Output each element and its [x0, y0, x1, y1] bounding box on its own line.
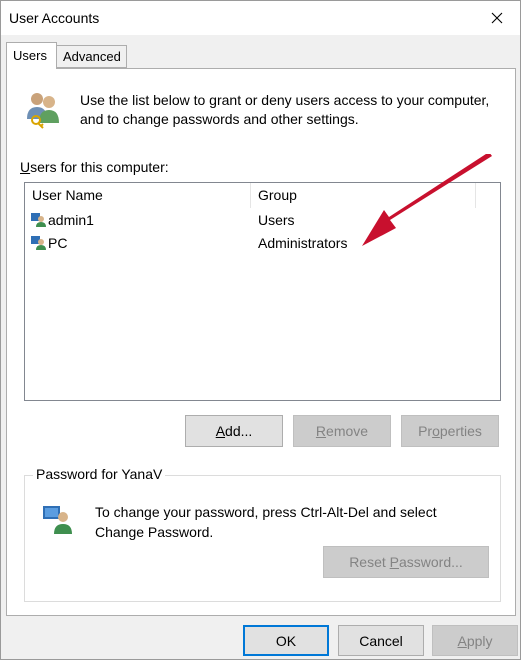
apply-button[interactable]: Apply	[432, 625, 518, 656]
group-cell: Users	[258, 212, 295, 228]
user-accounts-window: User Accounts Users Advanced Use the lis…	[0, 0, 521, 660]
close-button[interactable]	[474, 1, 520, 35]
tab-advanced-label: Advanced	[63, 49, 121, 64]
ok-button[interactable]: OK	[243, 625, 329, 656]
column-header-user-name[interactable]: User Name	[25, 183, 251, 208]
users-list-label-rest: sers for this computer:	[30, 159, 169, 175]
tab-users[interactable]: Users	[6, 42, 57, 69]
group-cell: Administrators	[258, 235, 348, 251]
properties-button[interactable]: Properties	[401, 415, 499, 447]
intro-text: Use the list below to grant or deny user…	[80, 92, 490, 127]
users-tab-panel: Use the list below to grant or deny user…	[6, 68, 516, 616]
window-title: User Accounts	[9, 10, 100, 26]
properties-button-label: Properties	[418, 423, 482, 439]
password-groupbox: Password for YanaV To change your passwo…	[24, 466, 501, 602]
reset-password-button[interactable]: Reset Password...	[323, 546, 489, 578]
add-button-label: Add...	[215, 423, 253, 439]
remove-button-label: Remove	[315, 423, 369, 439]
password-instructions: To change your password, press Ctrl-Alt-…	[95, 504, 437, 540]
users-list-label: Users for this computer:	[20, 159, 169, 175]
password-group-title: Password for YanaV	[33, 466, 166, 482]
user-name-cell: PC	[48, 235, 68, 251]
add-button[interactable]: Add...	[185, 415, 283, 447]
remove-button[interactable]: Remove	[293, 415, 391, 447]
cancel-button[interactable]: Cancel	[338, 625, 424, 656]
user-icon	[31, 236, 46, 250]
title-bar[interactable]: User Accounts	[1, 1, 520, 35]
reset-password-button-label: Reset Password...	[349, 554, 463, 570]
tab-advanced[interactable]: Advanced	[56, 45, 127, 68]
user-name-cell: admin1	[48, 212, 94, 228]
users-icon	[27, 93, 59, 129]
user-icon	[31, 213, 46, 227]
user-password-icon	[43, 506, 72, 534]
annotation-arrow-icon	[362, 154, 492, 246]
tab-users-label: Users	[13, 48, 47, 63]
apply-button-label: Apply	[457, 632, 493, 649]
close-icon	[491, 12, 503, 24]
